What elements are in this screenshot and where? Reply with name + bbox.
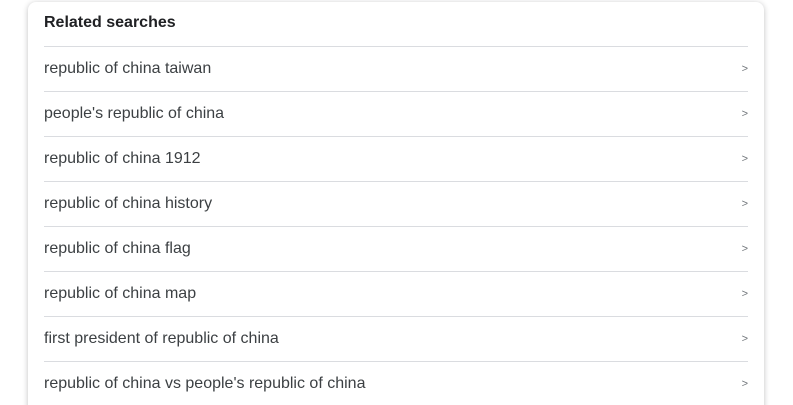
related-search-item[interactable]: people's republic of china > (44, 91, 748, 136)
chevron-right-icon: > (741, 198, 748, 210)
related-search-item[interactable]: republic of china vs people's republic o… (44, 361, 748, 405)
chevron-right-icon: > (741, 333, 748, 345)
related-search-label[interactable]: people's republic of china (44, 104, 224, 124)
related-search-label[interactable]: republic of china map (44, 284, 196, 304)
related-searches-list: republic of china taiwan > people's repu… (44, 46, 748, 405)
related-search-label[interactable]: republic of china 1912 (44, 149, 201, 169)
related-search-item[interactable]: republic of china history > (44, 181, 748, 226)
related-search-label[interactable]: first president of republic of china (44, 329, 279, 349)
related-search-label[interactable]: republic of china taiwan (44, 59, 211, 79)
chevron-right-icon: > (741, 153, 748, 165)
related-search-label[interactable]: republic of china flag (44, 239, 191, 259)
page: Related searches republic of china taiwa… (0, 0, 793, 405)
related-search-item[interactable]: republic of china flag > (44, 226, 748, 271)
related-search-item[interactable]: republic of china map > (44, 271, 748, 316)
chevron-right-icon: > (741, 63, 748, 75)
chevron-right-icon: > (741, 108, 748, 120)
related-search-label[interactable]: republic of china history (44, 194, 212, 214)
related-searches-card: Related searches republic of china taiwa… (28, 2, 764, 405)
chevron-right-icon: > (741, 288, 748, 300)
chevron-right-icon: > (741, 243, 748, 255)
chevron-right-icon: > (741, 378, 748, 390)
related-search-item[interactable]: republic of china 1912 > (44, 136, 748, 181)
related-search-item[interactable]: republic of china taiwan > (44, 46, 748, 91)
related-search-label[interactable]: republic of china vs people's republic o… (44, 374, 365, 394)
related-searches-title: Related searches (44, 14, 176, 31)
related-search-item[interactable]: first president of republic of china > (44, 316, 748, 361)
